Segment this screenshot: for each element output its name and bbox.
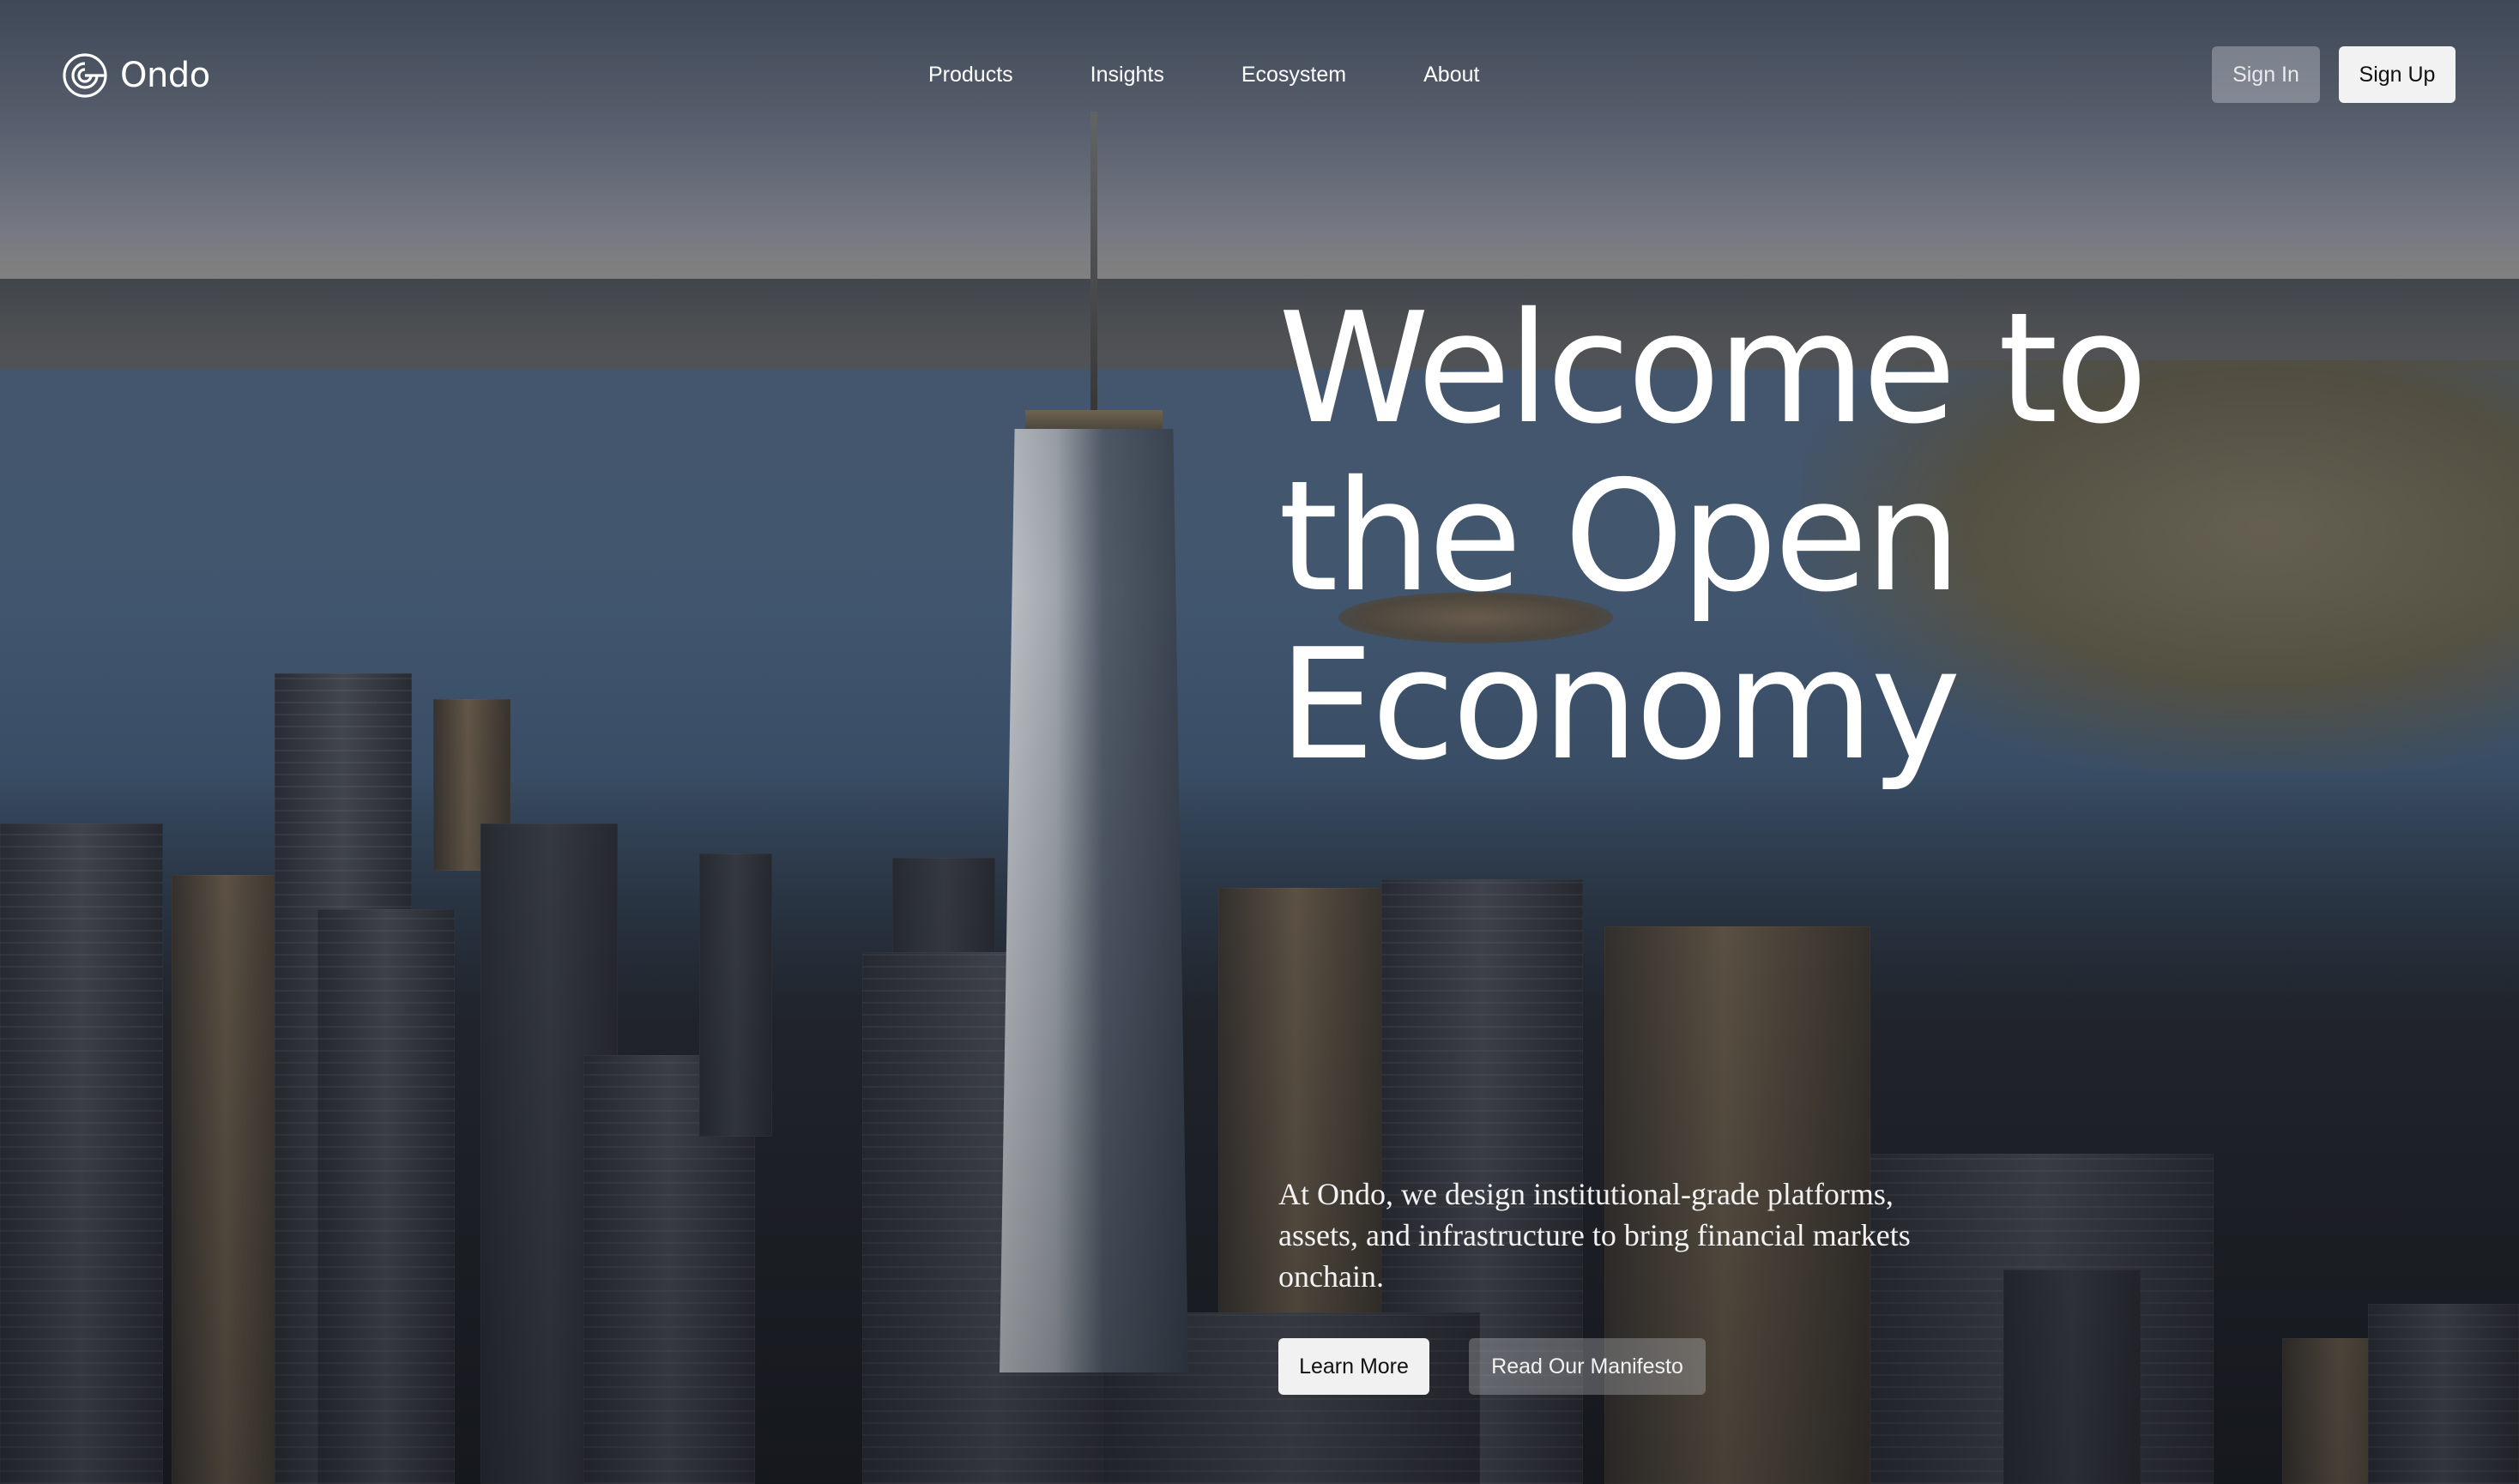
top-nav: Ondo Products Insights Ecosystem About S… <box>0 0 2519 149</box>
headline-line: Welcome to <box>1278 280 2148 457</box>
nav-link-insights[interactable]: Insights <box>1090 57 1164 93</box>
hero-headline: Welcome to the Open Economy <box>1278 285 2222 789</box>
headline-line: Economy <box>1278 616 1961 793</box>
brand-logo[interactable]: Ondo <box>62 51 210 100</box>
nav-link-about[interactable]: About <box>1423 57 1479 93</box>
ondo-logo-icon <box>63 53 107 98</box>
headline-line: the Open <box>1278 448 1961 625</box>
brand-name: Ondo <box>120 56 210 95</box>
sign-up-button[interactable]: Sign Up <box>2339 46 2456 103</box>
sign-in-button[interactable]: Sign In <box>2212 46 2320 103</box>
main-nav: Products Insights Ecosystem About <box>928 57 1479 93</box>
learn-more-button[interactable]: Learn More <box>1278 1338 1429 1395</box>
nav-link-ecosystem[interactable]: Ecosystem <box>1241 57 1346 93</box>
nav-link-products[interactable]: Products <box>928 57 1013 93</box>
hero-description: At Ondo, we design institutional-grade p… <box>1278 1177 1911 1294</box>
read-manifesto-button[interactable]: Read Our Manifesto <box>1469 1338 1706 1395</box>
